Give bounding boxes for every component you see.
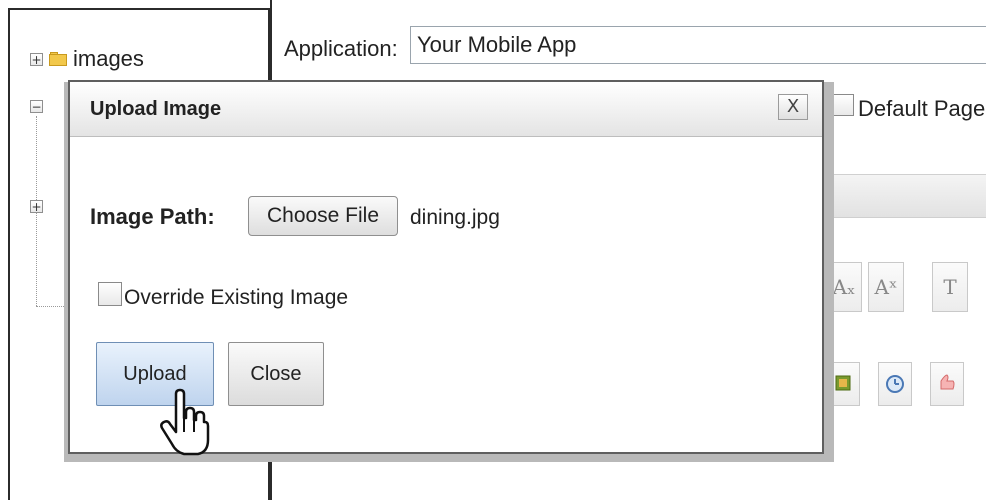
screen: + images − + Application: Your Mobile Ap… — [0, 0, 986, 500]
tree-node-collapsed-group[interactable]: − — [30, 100, 43, 113]
override-existing-label[interactable]: Override Existing Image — [124, 286, 348, 310]
dialog-close-x-button[interactable]: X — [778, 94, 808, 120]
thumb-icon — [940, 374, 955, 390]
emoticon-button[interactable] — [930, 362, 964, 406]
application-input[interactable]: Your Mobile App — [410, 26, 986, 64]
dialog-header: Upload Image X — [70, 82, 822, 137]
default-page-label: Default Page — [858, 96, 986, 121]
selected-file-name: dining.jpg — [410, 206, 500, 229]
override-existing-checkbox[interactable] — [98, 282, 122, 306]
tree-node-images[interactable]: + images — [30, 46, 144, 72]
hand-pointer-icon — [160, 388, 210, 456]
tree-node-subgroup[interactable]: + — [30, 200, 43, 213]
superscript-button[interactable]: Aˣ — [868, 262, 904, 312]
image-path-label: Image Path: — [90, 204, 215, 229]
insert-time-button[interactable] — [878, 362, 912, 406]
close-button[interactable]: Close — [228, 342, 324, 406]
expand-icon[interactable]: + — [30, 52, 43, 66]
application-label: Application: — [284, 36, 398, 61]
tree-node-label: images — [73, 46, 144, 71]
dialog-title: Upload Image — [90, 98, 222, 120]
choose-file-button[interactable]: Choose File — [248, 196, 398, 236]
tree-connector — [36, 306, 66, 307]
expand-icon[interactable]: + — [30, 200, 43, 213]
text-style-button[interactable]: T — [932, 262, 968, 312]
collapse-icon[interactable]: − — [30, 100, 43, 113]
clock-icon — [886, 375, 904, 393]
default-page-checkbox[interactable] — [832, 94, 854, 116]
folder-icon — [49, 52, 67, 66]
